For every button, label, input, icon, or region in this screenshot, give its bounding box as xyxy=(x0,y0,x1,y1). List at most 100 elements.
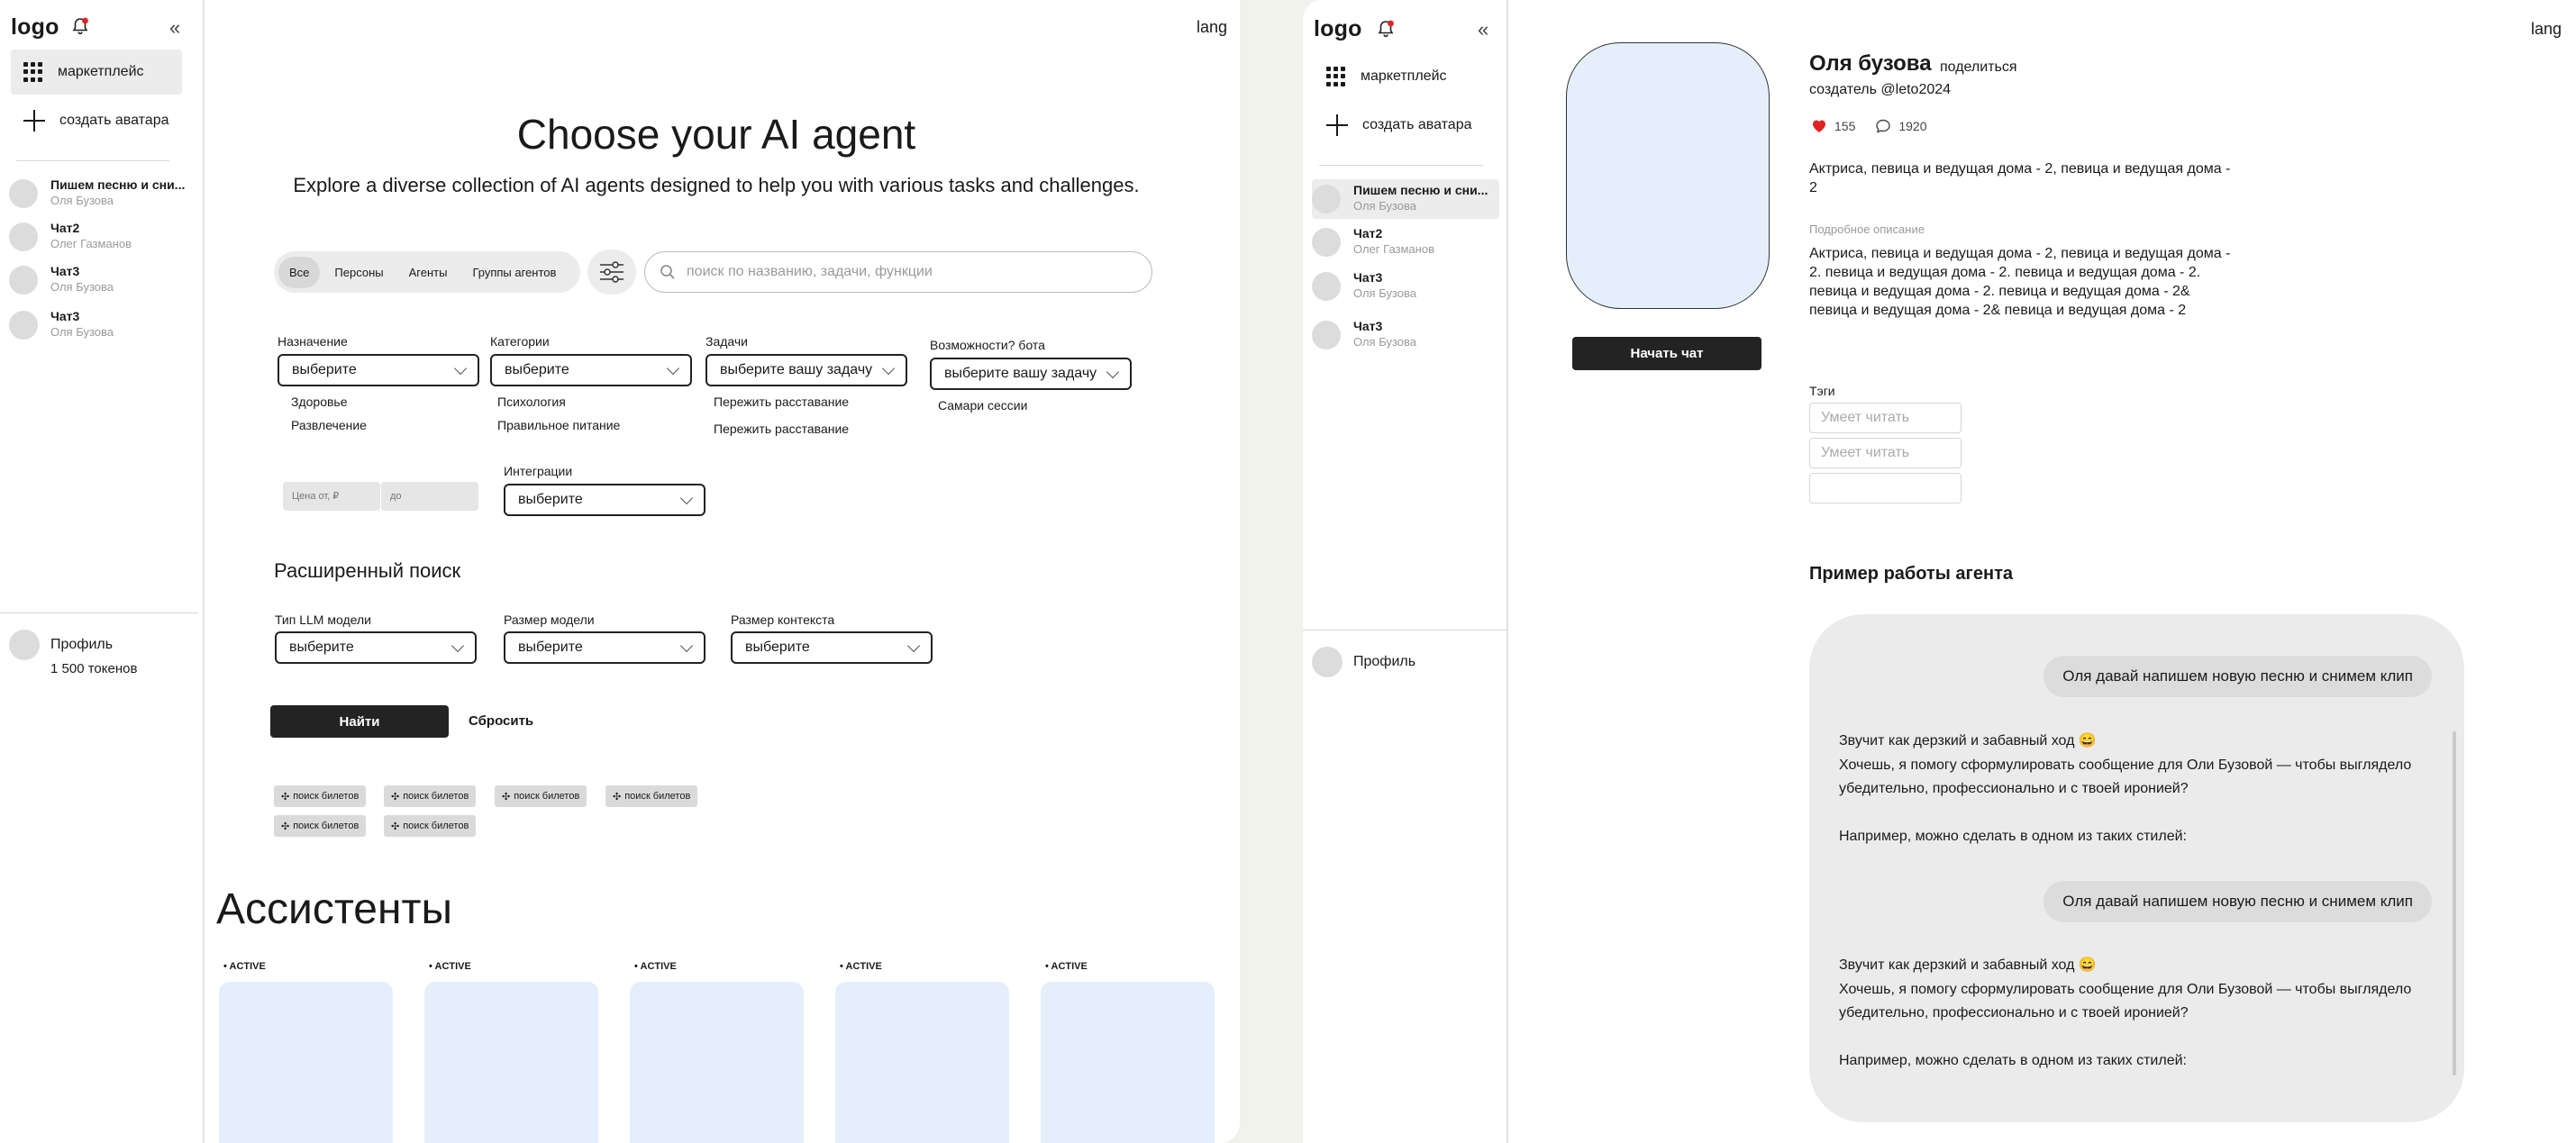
chat-item[interactable]: Пишем песню и сни... Оля Бузова xyxy=(9,174,189,213)
price-to-input[interactable] xyxy=(381,482,478,511)
chat-item[interactable]: Чат3 Оля Бузова xyxy=(1312,315,1492,355)
status-badge: • ACTIVE xyxy=(840,961,882,972)
tab-all[interactable]: Все xyxy=(278,256,321,288)
filter-button[interactable] xyxy=(587,249,636,295)
tag-chip[interactable]: ✣ поиск билетов xyxy=(384,785,477,807)
tag-field[interactable] xyxy=(1809,473,1962,503)
chat-avatar xyxy=(9,266,38,295)
tag-chip[interactable]: ✣ поиск билетов xyxy=(274,815,367,837)
context-size-select[interactable]: выберите xyxy=(731,631,933,664)
bell-icon[interactable] xyxy=(1376,19,1396,39)
chat-subtitle: Оля Бузова xyxy=(1353,199,1416,213)
ability-option[interactable]: Самари сессии xyxy=(938,398,1027,413)
price-from-input[interactable] xyxy=(283,482,380,511)
purpose-option[interactable]: Здоровье xyxy=(291,395,348,409)
tab-agent-groups[interactable]: Группы агентов xyxy=(461,257,567,288)
integrations-select[interactable]: выберите xyxy=(504,484,705,516)
chat-title: Пишем песню и сни... xyxy=(1353,183,1488,197)
llm-type-select-value: выберите xyxy=(289,640,354,655)
model-size-select-value: выберите xyxy=(518,640,583,655)
category-option[interactable]: Правильное питание xyxy=(497,418,620,432)
chat-item[interactable]: Чат3 Оля Бузова xyxy=(9,305,189,345)
chevron-down-icon xyxy=(906,639,921,653)
model-size-select[interactable]: выберите xyxy=(504,631,705,664)
chat-avatar xyxy=(1312,272,1341,301)
agent-name: Оля бузова xyxy=(1809,51,1932,76)
find-button[interactable]: Найти xyxy=(270,705,449,738)
purpose-select[interactable]: выберите xyxy=(278,354,479,386)
puzzle-icon: ✣ xyxy=(502,791,511,803)
assistant-card[interactable] xyxy=(630,982,804,1143)
share-link[interactable]: поделиться xyxy=(1940,59,2017,76)
right-sidebar: logo « маркетплейс создать аватара Пишем… xyxy=(1303,0,1508,1143)
token-balance: 1 500 токенов xyxy=(50,661,138,676)
status-badge: • ACTIVE xyxy=(223,961,266,972)
language-switch[interactable]: lang xyxy=(2531,20,2562,39)
agent-reply-line: Например, можно сделать в одном из таких… xyxy=(1839,828,2187,844)
agent-avatar-image xyxy=(1566,42,1770,309)
tag-chip-label: поиск билетов xyxy=(403,821,469,831)
chat-subtitle: Оля Бузова xyxy=(1353,335,1416,349)
assistant-card[interactable] xyxy=(219,982,393,1143)
tag-field[interactable]: Умеет читать xyxy=(1809,438,1962,468)
chat-item[interactable]: Чат2 Олег Газманов xyxy=(9,217,189,257)
collapse-sidebar-icon[interactable]: « xyxy=(1478,18,1488,41)
language-switch[interactable]: lang xyxy=(1197,18,1227,37)
task-option[interactable]: Пережить расставание xyxy=(714,395,849,409)
assistant-card[interactable] xyxy=(424,982,598,1143)
agent-creator[interactable]: создатель @leto2024 xyxy=(1809,82,1951,98)
agent-reply: Звучит как дерзкий и забавный ход 😄 Хоче… xyxy=(1839,954,2443,1073)
category-segmented-control: Все Персоны Агенты Группы агентов xyxy=(274,251,580,293)
example-scrollbar[interactable] xyxy=(2453,731,2456,1075)
chat-avatar xyxy=(1312,228,1341,257)
agent-reply-line: Хочешь, я помогу сформулировать сообщени… xyxy=(1839,757,2412,797)
heart-icon[interactable] xyxy=(1811,119,1827,133)
chat-item[interactable]: Пишем песню и сни... Оля Бузова xyxy=(1312,179,1499,219)
status-badge: • ACTIVE xyxy=(1045,961,1088,972)
tag-chip[interactable]: ✣ поиск билетов xyxy=(495,785,587,807)
agent-stats: 155 1920 xyxy=(1811,118,1927,134)
tasks-select[interactable]: выберите вашу задачу xyxy=(705,354,907,386)
left-sidebar: logo « маркетплейс создать аватара Пишем… xyxy=(0,0,205,1143)
assistant-card[interactable] xyxy=(1041,982,1215,1143)
chat-title: Чат2 xyxy=(1353,226,1383,240)
categories-select[interactable]: выберите xyxy=(490,354,692,386)
comment-icon[interactable] xyxy=(1875,118,1891,134)
sidebar-divider xyxy=(0,612,198,613)
task-option[interactable]: Пережить расставание xyxy=(714,422,849,436)
chat-avatar xyxy=(9,222,38,251)
puzzle-icon: ✣ xyxy=(281,791,290,803)
tag-chip-label: поиск билетов xyxy=(624,791,691,802)
assistant-card[interactable] xyxy=(835,982,1009,1143)
chat-item[interactable]: Чат2 Олег Газманов xyxy=(1312,222,1492,262)
chat-item[interactable]: Чат3 Оля Бузова xyxy=(9,260,189,300)
search-input[interactable] xyxy=(687,264,1119,280)
tag-field[interactable]: Умеет читать xyxy=(1809,403,1962,433)
tab-agents[interactable]: Агенты xyxy=(398,257,459,288)
chat-subtitle: Оля Бузова xyxy=(50,325,114,339)
nav-marketplace[interactable]: маркетплейс xyxy=(11,50,182,95)
search-bar xyxy=(644,251,1152,293)
tag-chip[interactable]: ✣ поиск билетов xyxy=(605,785,698,807)
nav-marketplace[interactable]: маркетплейс xyxy=(1314,54,1485,99)
nav-create-avatar[interactable]: создать аватара xyxy=(1314,103,1494,148)
nav-create-avatar[interactable]: создать аватара xyxy=(11,98,182,143)
start-chat-button[interactable]: Начать чат xyxy=(1572,337,1761,370)
logo: logo xyxy=(11,14,59,40)
likes-count: 155 xyxy=(1834,119,1856,133)
purpose-option[interactable]: Развлечение xyxy=(291,418,367,432)
llm-type-select[interactable]: выберите xyxy=(275,631,477,664)
plus-icon xyxy=(1326,114,1348,136)
purpose-label: Назначение xyxy=(278,334,348,349)
tab-personas[interactable]: Персоны xyxy=(323,257,394,288)
context-size-label: Размер контекста xyxy=(731,612,835,627)
reset-button[interactable]: Сбросить xyxy=(469,713,533,729)
bell-icon[interactable] xyxy=(70,16,90,36)
tag-chip[interactable]: ✣ поиск билетов xyxy=(274,785,367,807)
chat-item[interactable]: Чат3 Оля Бузова xyxy=(1312,267,1492,306)
abilities-select[interactable]: выберите вашу задачу xyxy=(930,358,1132,390)
puzzle-icon: ✣ xyxy=(613,791,622,803)
category-option[interactable]: Психология xyxy=(497,395,566,409)
collapse-sidebar-icon[interactable]: « xyxy=(169,16,180,40)
tag-chip[interactable]: ✣ поиск билетов xyxy=(384,815,477,837)
